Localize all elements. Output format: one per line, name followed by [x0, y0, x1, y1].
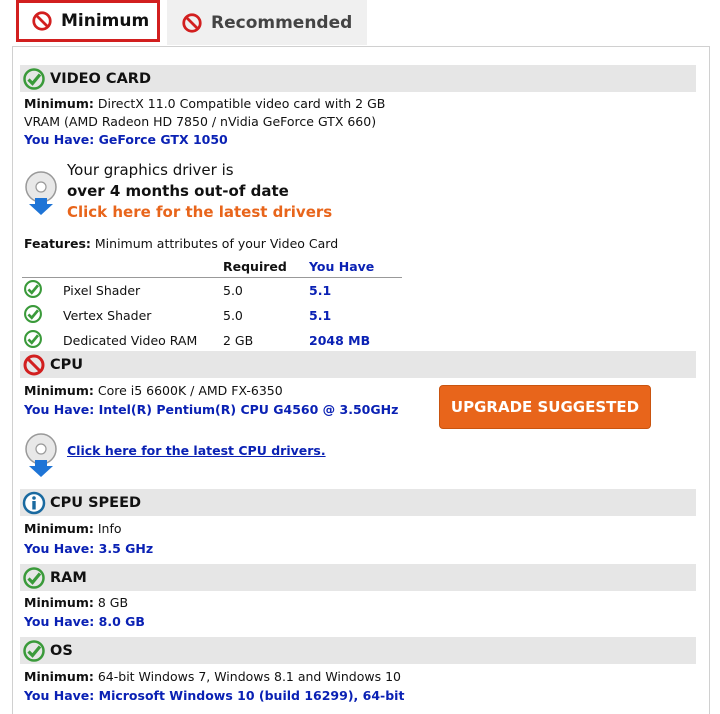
- check-icon: [23, 566, 45, 589]
- prohibited-icon: [23, 354, 45, 375]
- table-row: Vertex Shader 5.0 5.1: [22, 303, 402, 328]
- driver-download-icon[interactable]: [24, 170, 58, 216]
- check-icon: [24, 305, 42, 323]
- check-icon: [24, 280, 42, 298]
- feature-name: Vertex Shader: [63, 308, 152, 323]
- section-header-cpu-speed: CPU SPEED: [20, 489, 696, 516]
- minimum-value: DirectX 11.0 Compatible video card with …: [97, 96, 386, 111]
- check-icon: [24, 330, 42, 348]
- cpu-speed-you-have: You Have: 3.5 GHz: [24, 540, 153, 558]
- driver-download-icon[interactable]: [24, 432, 58, 478]
- you-have-value: 8.0 GB: [98, 614, 145, 629]
- you-have-label: You Have:: [24, 614, 95, 629]
- feature-required: 5.0: [223, 283, 243, 298]
- ram-you-have: You Have: 8.0 GB: [24, 613, 145, 631]
- prohibited-icon: [32, 11, 52, 31]
- driver-status: Your graphics driver is over 4 months ou…: [67, 160, 332, 223]
- you-have-value: Microsoft Windows 10 (build 16299), 64-b…: [98, 688, 405, 703]
- minimum-label: Minimum:: [24, 669, 94, 684]
- driver-status-line2: over 4 months out-of date: [67, 182, 289, 200]
- you-have-value: GeForce GTX 1050: [98, 132, 228, 147]
- feature-name: Pixel Shader: [63, 283, 141, 298]
- section-title: VIDEO CARD: [50, 70, 151, 87]
- cpu-speed-minimum: Minimum: Info: [24, 520, 122, 538]
- minimum-value: Info: [97, 521, 122, 536]
- table-row: Dedicated Video RAM 2 GB 2048 MB: [22, 328, 402, 353]
- column-header-required: Required: [222, 255, 308, 278]
- section-header-ram: RAM: [20, 564, 696, 591]
- check-icon: [23, 639, 45, 662]
- column-header-name: [62, 255, 222, 278]
- features-desc: Minimum attributes of your Video Card: [94, 236, 339, 251]
- feature-have: 2048 MB: [309, 333, 371, 348]
- feature-have: 5.1: [309, 308, 332, 323]
- latest-drivers-link[interactable]: Click here for the latest drivers: [67, 202, 332, 223]
- minimum-label: Minimum:: [24, 383, 94, 398]
- driver-status-line1: Your graphics driver is: [67, 161, 234, 179]
- cpu-minimum: Minimum: Core i5 6600K / AMD FX-6350: [24, 382, 283, 400]
- section-header-cpu: CPU: [20, 351, 696, 378]
- you-have-label: You Have:: [24, 688, 95, 703]
- feature-have: 5.1: [309, 283, 332, 298]
- prohibited-icon: [182, 12, 202, 33]
- tab-minimum-label: Minimum: [61, 11, 150, 31]
- feature-required: 5.0: [223, 308, 243, 323]
- check-icon: [23, 67, 45, 90]
- you-have-label: You Have:: [24, 541, 95, 556]
- minimum-label: Minimum:: [24, 96, 94, 111]
- cpu-you-have: You Have: Intel(R) Pentium(R) CPU G4560 …: [24, 401, 398, 419]
- feature-name: Dedicated Video RAM: [63, 333, 198, 348]
- os-you-have: You Have: Microsoft Windows 10 (build 16…: [24, 687, 404, 705]
- column-header-icon: [22, 255, 62, 278]
- features-table: Required You Have Pixel Shader 5.0 5.1 V…: [22, 255, 402, 353]
- section-title: OS: [50, 642, 73, 659]
- section-header-os: OS: [20, 637, 696, 664]
- tab-minimum[interactable]: Minimum: [16, 0, 160, 42]
- column-header-you-have: You Have: [308, 255, 402, 278]
- you-have-label: You Have:: [24, 402, 95, 417]
- section-title: RAM: [50, 569, 87, 586]
- features-line: Features: Minimum attributes of your Vid…: [24, 235, 338, 253]
- upgrade-suggested-button[interactable]: UPGRADE SUGGESTED: [439, 385, 651, 429]
- video-card-minimum: Minimum: DirectX 11.0 Compatible video c…: [24, 95, 385, 131]
- ram-minimum: Minimum: 8 GB: [24, 594, 128, 612]
- minimum-value-cont: VRAM (AMD Radeon HD 7850 / nVidia GeForc…: [24, 114, 377, 129]
- video-card-you-have: You Have: GeForce GTX 1050: [24, 131, 228, 149]
- feature-required: 2 GB: [223, 333, 254, 348]
- minimum-value: Core i5 6600K / AMD FX-6350: [97, 383, 283, 398]
- section-header-video-card: VIDEO CARD: [20, 65, 696, 92]
- you-have-value: 3.5 GHz: [98, 541, 154, 556]
- os-minimum: Minimum: 64-bit Windows 7, Windows 8.1 a…: [24, 668, 401, 686]
- table-header-row: Required You Have: [22, 255, 402, 278]
- section-title: CPU SPEED: [50, 494, 142, 511]
- minimum-label: Minimum:: [24, 595, 94, 610]
- section-title: CPU: [50, 356, 84, 373]
- cpu-drivers-link[interactable]: Click here for the latest CPU drivers.: [67, 443, 326, 458]
- table-row: Pixel Shader 5.0 5.1: [22, 278, 402, 304]
- info-icon: [22, 491, 46, 514]
- requirement-tabs: Minimum Recommended: [0, 0, 720, 47]
- tab-recommended[interactable]: Recommended: [167, 0, 367, 45]
- tab-recommended-label: Recommended: [211, 12, 353, 33]
- minimum-value: 8 GB: [97, 595, 129, 610]
- minimum-label: Minimum:: [24, 521, 94, 536]
- minimum-value: 64-bit Windows 7, Windows 8.1 and Window…: [97, 669, 402, 684]
- you-have-value: Intel(R) Pentium(R) CPU G4560 @ 3.50GHz: [98, 402, 399, 417]
- you-have-label: You Have:: [24, 132, 95, 147]
- features-label: Features:: [24, 236, 91, 251]
